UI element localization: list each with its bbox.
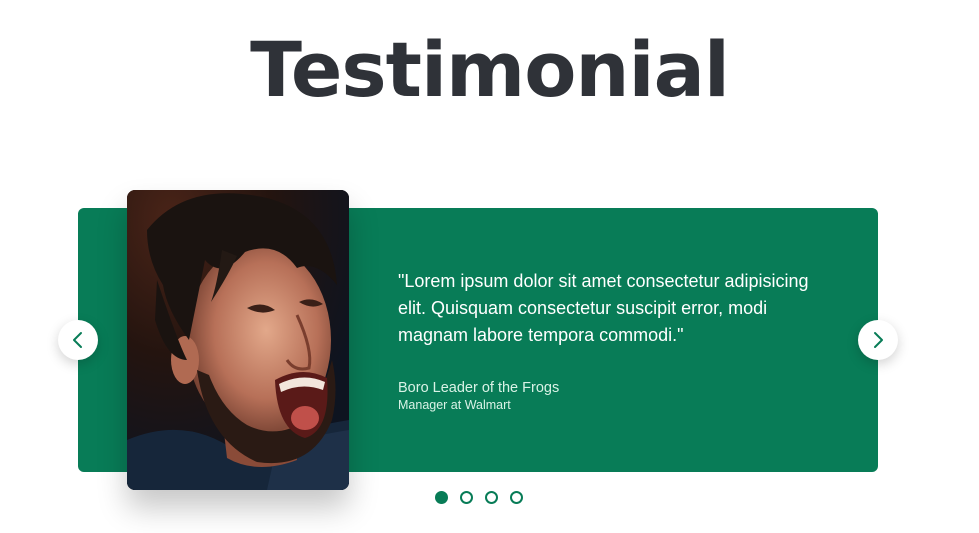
pagination-dot[interactable]	[435, 491, 448, 504]
testimonial-quote: "Lorem ipsum dolor sit amet consectetur …	[398, 271, 809, 345]
page-title: Testimonial	[250, 25, 730, 114]
carousel-pagination	[435, 491, 523, 504]
author-photo	[127, 190, 349, 490]
author-name: Boro Leader of the Frogs	[398, 380, 560, 396]
pagination-dot[interactable]	[460, 491, 473, 504]
pagination-dot[interactable]	[510, 491, 523, 504]
chevron-right-icon	[874, 332, 883, 348]
previous-slide-button[interactable]	[58, 320, 98, 360]
chevron-left-icon	[73, 332, 82, 348]
pagination-dot[interactable]	[485, 491, 498, 504]
testimonial-section: Testimonial "Lorem ipsum dolor sit amet …	[0, 0, 979, 533]
author-role: Manager at Walmart	[398, 398, 511, 412]
next-slide-button[interactable]	[858, 320, 898, 360]
